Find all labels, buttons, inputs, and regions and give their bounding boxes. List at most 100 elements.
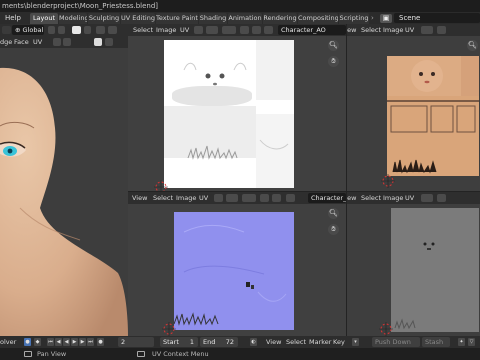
image-top-canvas[interactable]: 🔍︎: [347, 36, 480, 191]
editor-type-icon[interactable]: ◐: [250, 338, 257, 346]
action-dropdown[interactable]: ▾: [352, 338, 359, 346]
uv-editor-top[interactable]: Select Image UV Character_AO 🔍︎ ✋︎: [128, 24, 346, 191]
zoom-icon[interactable]: 🔍︎: [467, 40, 478, 51]
edge-menu[interactable]: dge: [0, 36, 12, 48]
uv-sync-button[interactable]: [194, 26, 203, 34]
uv-bottom-proportional-button[interactable]: [272, 194, 281, 202]
tab-rendering[interactable]: Rendering: [263, 13, 297, 24]
overlay-button[interactable]: [84, 26, 91, 34]
xray-button[interactable]: [96, 26, 105, 34]
image-top-image-menu[interactable]: Image: [383, 24, 403, 36]
image-top-view-menu[interactable]: View: [347, 24, 356, 36]
uv-pivot-button[interactable]: [222, 26, 236, 34]
zoom-icon[interactable]: 🔍︎: [328, 40, 339, 51]
image-bottom-image-menu[interactable]: Image: [383, 192, 403, 204]
uv-bottom-image-menu[interactable]: Image: [176, 192, 196, 204]
hand-icon[interactable]: ✋︎: [328, 224, 339, 235]
scene-selector[interactable]: Scene: [394, 13, 480, 23]
camera-icon[interactable]: ●: [97, 338, 104, 346]
timeline-view-menu[interactable]: View: [266, 336, 281, 348]
zoom-icon[interactable]: 🔍︎: [328, 208, 339, 219]
next-key-button[interactable]: ▶: [79, 338, 86, 346]
sphere-shading-icon[interactable]: [94, 38, 102, 46]
start-frame-field[interactable]: Start 1: [160, 337, 198, 347]
tab-animation[interactable]: Animation: [228, 13, 262, 24]
image-top-uv-menu[interactable]: UV: [405, 24, 414, 36]
shading-button[interactable]: [108, 26, 117, 34]
uv-bottom-select-menu[interactable]: Select: [153, 192, 173, 204]
uv-bottom-snap-button[interactable]: [260, 194, 269, 202]
mirror-button[interactable]: [53, 38, 61, 46]
pin-icon[interactable]: ✦: [458, 338, 465, 346]
tab-layout[interactable]: Layout: [30, 13, 58, 24]
image-bottom-mode-button[interactable]: [421, 194, 433, 202]
uv-bottom-sync-button[interactable]: [214, 194, 223, 202]
image-editor-bottom[interactable]: View Select Image UV: [347, 192, 480, 336]
timeline-marker-menu[interactable]: Marker: [309, 336, 331, 348]
tab-texture-paint[interactable]: Texture Paint: [156, 13, 198, 24]
normal-detail: [174, 224, 287, 326]
image-bottom-uv-menu[interactable]: UV: [405, 192, 414, 204]
uv-bottom-uv-menu[interactable]: UV: [199, 192, 208, 204]
image-bottom-select-menu[interactable]: Select: [361, 192, 381, 204]
scene-icon[interactable]: ▣: [380, 14, 392, 23]
filter-icon[interactable]: ▽: [468, 338, 475, 346]
jump-start-button[interactable]: ⏮︎: [47, 338, 54, 346]
prev-key-button[interactable]: ◀: [55, 338, 62, 346]
uv-editor-bottom[interactable]: View Select Image UV Character_No 🔍︎ ✋︎: [128, 192, 346, 336]
end-frame-field[interactable]: End 72: [200, 337, 238, 347]
uv-top-uv-menu[interactable]: UV: [180, 24, 189, 36]
image-top-select-menu[interactable]: Select: [361, 24, 381, 36]
timeline-select-menu[interactable]: Select: [286, 336, 306, 348]
current-frame-field[interactable]: 2: [118, 337, 154, 347]
uv-proportional-button[interactable]: [252, 26, 261, 34]
uv-top-image-menu[interactable]: Image: [156, 24, 176, 36]
render-shading-button[interactable]: [105, 38, 113, 46]
uv-bottom-image-name[interactable]: Character_No: [308, 193, 346, 203]
snap-button[interactable]: [58, 26, 65, 34]
editor-type-button[interactable]: [2, 26, 11, 34]
record-icon[interactable]: ●: [24, 338, 31, 346]
uv-top-select-menu[interactable]: Select: [133, 24, 153, 36]
tab-sculpting[interactable]: Sculpting: [88, 13, 120, 24]
uv-top-canvas[interactable]: 🔍︎ ✋︎: [128, 36, 346, 191]
jump-end-button[interactable]: ⏭︎: [87, 338, 94, 346]
image-top-pivot-button[interactable]: [437, 26, 446, 34]
image-editor-top[interactable]: View Select Image UV 🔍︎: [347, 24, 480, 191]
stash-button[interactable]: Stash: [422, 337, 450, 347]
keyframe-type-button[interactable]: ◆: [34, 338, 41, 346]
uv-bottom-pivot-button[interactable]: [242, 194, 256, 202]
image-bottom-canvas[interactable]: [347, 204, 480, 336]
more-tabs-icon[interactable]: ›: [371, 12, 374, 24]
image-top-mode-button[interactable]: [421, 26, 433, 34]
snap-tool-button[interactable]: [63, 38, 71, 46]
tab-scripting[interactable]: Scripting: [339, 13, 369, 24]
uv-bottom-select-mode[interactable]: [226, 194, 238, 202]
viewport-canvas[interactable]: [0, 48, 128, 336]
image-bottom-pivot-button[interactable]: [437, 194, 446, 202]
help-menu[interactable]: Help: [5, 12, 21, 24]
face-menu[interactable]: Face: [14, 36, 29, 48]
uv-menu[interactable]: UV: [33, 36, 42, 48]
viewport-3d[interactable]: ⊕ Global dge Face UV: [0, 24, 128, 336]
tab-uv-editing[interactable]: UV Editing: [121, 13, 155, 24]
proportional-button[interactable]: [72, 26, 81, 34]
tab-modeling[interactable]: Modeling: [59, 13, 87, 24]
pivot-button[interactable]: [48, 26, 55, 34]
uv-top-image-name[interactable]: Character_AO: [278, 25, 346, 35]
uv-image-browse-button[interactable]: [264, 26, 273, 34]
uv-snap-button[interactable]: [240, 26, 249, 34]
timeline-key-menu[interactable]: Key: [333, 336, 345, 348]
play-icon[interactable]: ▶: [71, 338, 78, 346]
transform-orientation[interactable]: ⊕ Global: [12, 25, 44, 35]
tab-compositing[interactable]: Compositing: [298, 13, 338, 24]
uv-bottom-view-menu[interactable]: View: [132, 192, 147, 204]
tab-shading[interactable]: Shading: [199, 13, 227, 24]
image-bottom-view-menu[interactable]: View: [347, 192, 356, 204]
play-reverse-button[interactable]: ◀: [63, 338, 70, 346]
push-down-button[interactable]: Push Down: [372, 337, 420, 347]
uv-bottom-canvas[interactable]: 🔍︎ ✋︎: [128, 204, 346, 336]
hand-icon[interactable]: ✋︎: [328, 56, 339, 67]
uv-select-mode[interactable]: [206, 26, 218, 34]
uv-bottom-image-browse-button[interactable]: [286, 194, 295, 202]
